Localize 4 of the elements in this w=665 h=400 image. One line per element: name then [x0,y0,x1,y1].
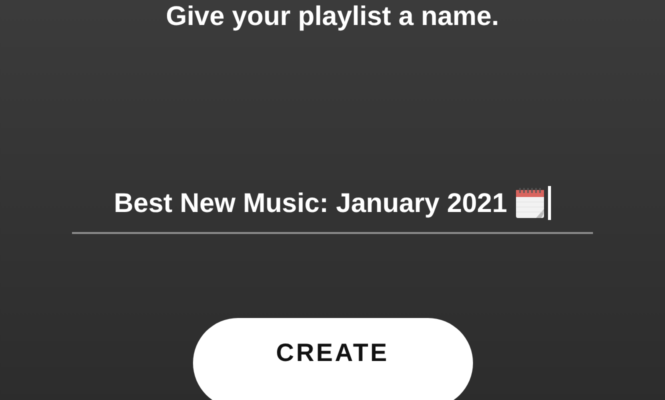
heading: Give your playlist a name. [164,1,500,31]
playlist-name-field[interactable]: Best New Music: January 2021 [72,186,593,234]
create-button[interactable]: CREATE [192,318,472,400]
calendar-icon [515,187,546,219]
